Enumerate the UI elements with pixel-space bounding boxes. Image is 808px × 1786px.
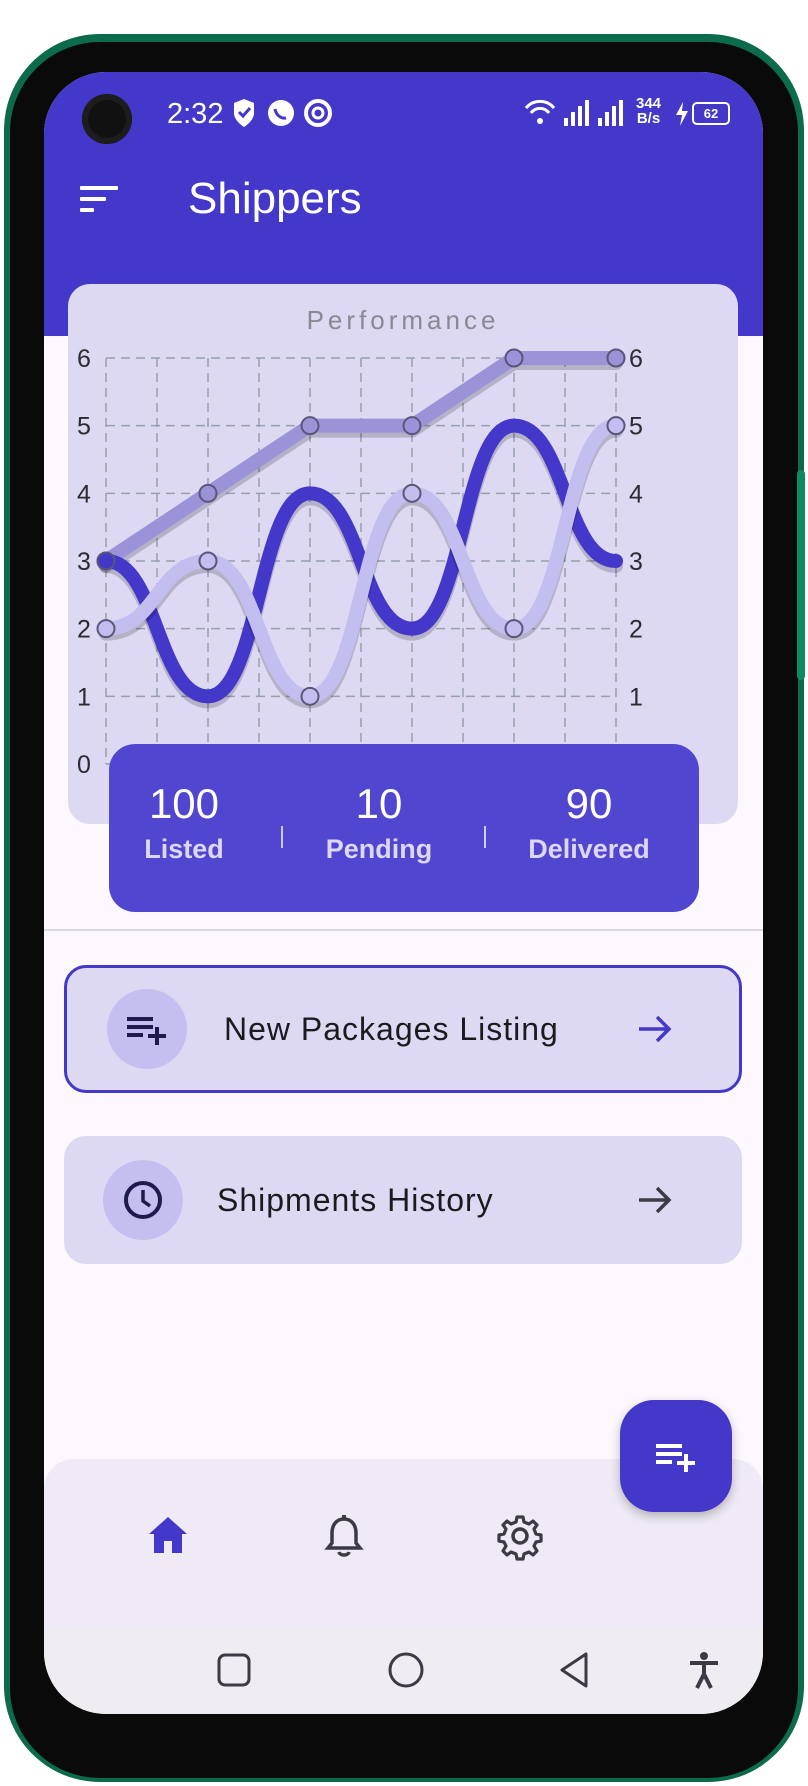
clock-icon — [124, 1181, 162, 1219]
series-0-point — [606, 348, 626, 368]
series-2-point — [96, 619, 116, 639]
action-label: Shipments History — [217, 1182, 494, 1218]
series-1-point — [96, 551, 116, 571]
y-tick-label-left: 4 — [77, 480, 91, 508]
series-2-point — [606, 416, 626, 436]
y-tick-label-right: 2 — [629, 616, 643, 644]
phone-screen: 2:32 344 B/s 62 Shippers Performance 0 1… — [44, 72, 763, 1714]
stat-label: Listed — [144, 834, 224, 864]
battery-level: 62 — [703, 106, 719, 121]
section-divider — [44, 929, 763, 931]
whatsapp-icon — [268, 100, 294, 126]
stat-label: Pending — [325, 834, 433, 864]
series-2-point — [504, 619, 524, 639]
y-tick-label-left: 1 — [77, 683, 91, 711]
stat-value: 100 — [148, 780, 220, 827]
system-navigation-bar — [44, 1629, 763, 1714]
bell-icon[interactable] — [319, 1511, 369, 1561]
status-icons — [234, 99, 332, 127]
stat-value: 10 — [355, 780, 403, 827]
y-tick-label-left: 6 — [77, 345, 91, 373]
performance-chart-card: Performance 00112233445566 — [68, 284, 738, 824]
performance-chart: Performance 00112233445566 — [77, 305, 643, 779]
series-2-point — [300, 686, 320, 706]
series-2-point — [198, 551, 218, 571]
app-title: Shippers — [188, 174, 362, 223]
playlist-add-icon — [127, 1017, 166, 1045]
recent-apps-icon[interactable] — [216, 1652, 252, 1688]
app-circle-icon — [304, 99, 332, 127]
home-circle-icon[interactable] — [386, 1650, 426, 1690]
arrow-right-icon — [639, 1015, 672, 1043]
clock-icon-wrap — [103, 1160, 183, 1240]
series-0-point — [198, 483, 218, 503]
stat-listed: 100 Listed — [129, 780, 239, 865]
series-0-point — [504, 348, 524, 368]
chart-title: Performance — [307, 305, 500, 335]
cell-signal-icon — [564, 118, 568, 126]
status-time: 2:32 — [167, 98, 224, 130]
front-camera — [82, 94, 132, 144]
y-tick-label-right: 6 — [629, 345, 643, 373]
stats-panel: 100 Listed 10 Pending 90 Delivered — [109, 744, 699, 912]
y-tick-label-right: 1 — [629, 683, 643, 711]
stat-delivered: 90 Delivered — [514, 780, 664, 865]
playlist-add-icon-wrap — [107, 989, 187, 1069]
playlist-add-icon — [656, 1444, 695, 1472]
charging-icon — [676, 102, 688, 126]
y-tick-label-left: 2 — [77, 616, 91, 644]
y-tick-label-right: 3 — [629, 548, 643, 576]
series-0-point — [300, 416, 320, 436]
phone-side-button — [797, 470, 805, 680]
stat-label: Delivered — [528, 834, 650, 864]
accessibility-icon[interactable] — [684, 1650, 724, 1690]
battery-icon: 62 — [692, 102, 730, 125]
series-2-point — [402, 483, 422, 503]
signal-icons — [524, 99, 623, 126]
network-speed: 344 B/s — [636, 95, 662, 127]
y-tick-label-left: 0 — [77, 751, 91, 779]
arrow-right-icon — [639, 1186, 672, 1214]
shipments-history-card[interactable]: Shipments History — [64, 1136, 742, 1264]
series-0-point — [402, 416, 422, 436]
home-icon[interactable] — [143, 1511, 193, 1561]
sort-menu-icon[interactable] — [80, 184, 122, 214]
y-tick-label-right: 5 — [629, 413, 643, 441]
stat-divider — [281, 826, 283, 848]
back-triangle-icon[interactable] — [556, 1650, 596, 1690]
stat-value: 90 — [565, 780, 613, 827]
y-tick-label-right: 4 — [629, 480, 643, 508]
add-listing-fab[interactable] — [620, 1400, 732, 1512]
stat-divider — [484, 826, 486, 848]
gear-icon[interactable] — [495, 1511, 545, 1561]
stat-pending: 10 Pending — [314, 780, 444, 865]
new-packages-listing-card[interactable]: New Packages Listing — [64, 965, 742, 1093]
action-label: New Packages Listing — [224, 1011, 559, 1047]
y-tick-label-left: 3 — [77, 548, 91, 576]
y-tick-label-left: 5 — [77, 413, 91, 441]
